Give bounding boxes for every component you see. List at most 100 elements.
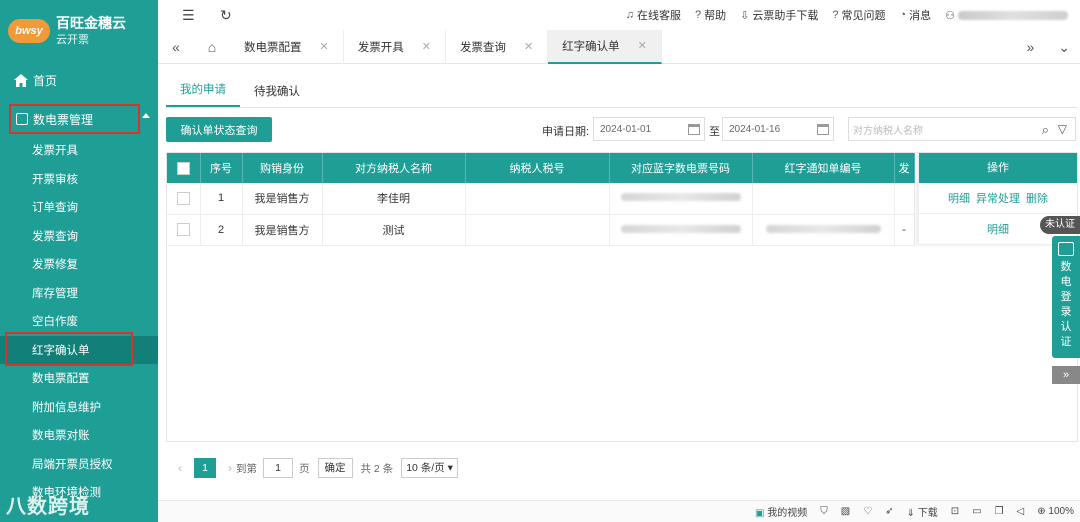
copy-icon[interactable]: ❐ xyxy=(995,506,1004,517)
heart-icon[interactable]: ♡ xyxy=(863,506,872,517)
goto-confirm-button[interactable]: 确定 xyxy=(317,458,353,478)
prev-page-icon[interactable]: ‹ xyxy=(178,461,182,475)
sidebar-group-einvoice[interactable]: 数电票管理 xyxy=(9,104,140,134)
game-icon[interactable]: ⊡ xyxy=(951,506,959,517)
next-page-icon[interactable]: › xyxy=(228,461,232,475)
sidebar-item-reconcile[interactable]: 数电票对账 xyxy=(0,421,158,450)
subtab-pending-confirm[interactable]: 待我确认 xyxy=(240,83,314,107)
goto-page-input[interactable]: 1 xyxy=(263,458,293,478)
op-header: 操作 xyxy=(919,153,1077,183)
sidebar-item-issue[interactable]: 发票开具 xyxy=(0,136,158,165)
status-bar: ▣ 我的视频 ⛉ ▧ ♡ ➶ ⇓ 下载 ⊡ ▭ ❐ ◁ ⊕ 100% xyxy=(158,500,1080,522)
brand-subtitle: 云开票 xyxy=(56,34,89,46)
video-icon[interactable]: ▣ 我的视频 xyxy=(755,504,807,519)
rocket-icon[interactable]: ➶ xyxy=(885,506,893,517)
close-icon[interactable]: ✕ xyxy=(422,40,431,53)
user-menu[interactable]: ⚇ xyxy=(945,9,1068,22)
sidebar-item-orders[interactable]: 订单查询 xyxy=(0,193,158,222)
goto-prefix: 到第 xyxy=(236,462,257,475)
column-header: 对应蓝字数电票号码 xyxy=(609,153,753,183)
expand-panel-icon[interactable]: » xyxy=(1052,366,1080,384)
download-status[interactable]: ⇓ 下载 xyxy=(907,504,938,519)
page-number-current[interactable]: 1 xyxy=(194,458,216,478)
tab-red-confirm[interactable]: 红字确认单 ✕ xyxy=(548,29,662,64)
pagination: ‹ 1 › 到第 1 页 确定 共 2 条 10 条/页 ▾ xyxy=(174,458,458,478)
home-icon xyxy=(14,73,28,87)
sidebar-item-extra-info[interactable]: 附加信息维护 xyxy=(0,393,158,422)
headset-icon: ♫ xyxy=(625,9,634,21)
search-input[interactable]: 对方纳税人名称 ⌕ ▽ xyxy=(848,117,1076,141)
help-link[interactable]: ? 帮助 xyxy=(695,7,726,23)
page-size-select[interactable]: 10 条/页 ▾ xyxy=(401,458,458,478)
assistant-download-link[interactable]: ⇩ 云票助手下载 xyxy=(740,7,818,23)
window-icon[interactable]: ▭ xyxy=(972,506,981,517)
detail-link[interactable]: 明细 xyxy=(987,221,1009,237)
table-row[interactable]: 1 我是销售方 李佳明 xyxy=(167,183,915,215)
detail-link[interactable]: 明细 xyxy=(948,190,970,206)
column-header: 红字通知单编号 xyxy=(752,153,895,183)
messages-link[interactable]: ◔ 消息 xyxy=(899,7,931,23)
online-service-link[interactable]: ♫ 在线客服 xyxy=(626,7,681,23)
calendar-icon xyxy=(688,124,700,135)
row-tax-id xyxy=(465,214,610,246)
refresh-icon[interactable]: ↻ xyxy=(220,8,234,22)
tab-invoice-query[interactable]: 发票查询 ✕ xyxy=(446,29,549,64)
menu-collapse-icon[interactable]: ☰ xyxy=(182,8,196,22)
date-end-input[interactable]: 2024-01-16 xyxy=(722,117,834,141)
tab-issue[interactable]: 发票开具 ✕ xyxy=(344,29,446,64)
row-checkbox[interactable] xyxy=(176,223,190,236)
row-role: 我是销售方 xyxy=(242,214,323,246)
chevron-up-icon[interactable] xyxy=(142,113,150,118)
exception-link[interactable]: 异常处理 xyxy=(976,190,1020,206)
row-no: 2 xyxy=(200,214,243,246)
close-icon[interactable]: ✕ xyxy=(638,39,647,52)
sidebar-item-inventory[interactable]: 库存管理 xyxy=(0,279,158,308)
volume-icon[interactable]: ◁ xyxy=(1017,506,1025,517)
download-icon: ⇩ xyxy=(740,9,750,22)
image-icon[interactable]: ▧ xyxy=(841,506,850,517)
delete-link[interactable]: 删除 xyxy=(1026,190,1048,206)
column-header: 纳税人税号 xyxy=(465,153,610,183)
shield-icon[interactable]: ⛉ xyxy=(820,506,828,517)
id-card-icon xyxy=(1058,242,1074,256)
highlight-box xyxy=(5,332,133,366)
row-tax-id xyxy=(465,183,610,215)
column-header: 序号 xyxy=(200,153,243,183)
close-icon[interactable]: ✕ xyxy=(320,40,329,53)
date-start-input[interactable]: 2024-01-01 xyxy=(593,117,705,141)
zoom-level[interactable]: ⊕ 100% xyxy=(1037,506,1074,517)
table-row[interactable]: 2 我是销售方 测试 - xyxy=(167,214,915,246)
sidebar-item-home[interactable]: 首页 xyxy=(0,62,158,98)
close-icon[interactable]: ✕ xyxy=(524,40,533,53)
sidebar-item-review[interactable]: 开票审核 xyxy=(0,165,158,194)
faq-link[interactable]: ? 常见问题 xyxy=(832,7,885,23)
row-blue-invoice-no xyxy=(609,214,753,246)
op-row: 明细 异常处理 删除 xyxy=(919,183,1077,214)
tab-config[interactable]: 数电票配置 ✕ xyxy=(230,29,344,64)
home-tab-icon[interactable]: ⌂ xyxy=(194,39,230,55)
sidebar-item-config[interactable]: 数电票配置 xyxy=(0,364,158,393)
column-header: 发 xyxy=(894,153,915,183)
row-name: 测试 xyxy=(322,214,466,246)
subtab-my-requests[interactable]: 我的申请 xyxy=(166,81,240,107)
invoice-icon xyxy=(16,113,28,125)
sidebar-item-repair[interactable]: 发票修复 xyxy=(0,250,158,279)
sidebar-item-label: 首页 xyxy=(33,73,58,88)
tabs-scroll-left-icon[interactable]: « xyxy=(158,39,194,55)
toolbar: 确认单状态查询 申请日期: 2024-01-01 至 2024-01-16 对方… xyxy=(166,117,1078,143)
sidebar-item-auth[interactable]: 局端开票员授权 xyxy=(0,450,158,479)
search-icon[interactable]: ⌕ xyxy=(1042,122,1049,138)
sidebar-item-invoice-query[interactable]: 发票查询 xyxy=(0,222,158,251)
chevron-down-icon[interactable]: ⌄ xyxy=(1058,39,1070,56)
row-checkbox[interactable] xyxy=(176,191,190,205)
login-auth-panel[interactable]: 数 电 登 录 认 证 xyxy=(1052,236,1080,358)
row-name: 李佳明 xyxy=(322,183,466,215)
row-extra: - xyxy=(894,214,915,246)
tabs-scroll-right-icon[interactable]: » xyxy=(1026,39,1034,55)
filter-icon[interactable]: ▽ xyxy=(1058,122,1067,136)
sidebar-group-label: 数电票管理 xyxy=(33,112,94,127)
help-icon: ? xyxy=(695,9,702,21)
select-all-header[interactable] xyxy=(167,153,201,183)
select-all-checkbox[interactable] xyxy=(176,161,190,175)
status-query-button[interactable]: 确认单状态查询 xyxy=(166,117,272,142)
